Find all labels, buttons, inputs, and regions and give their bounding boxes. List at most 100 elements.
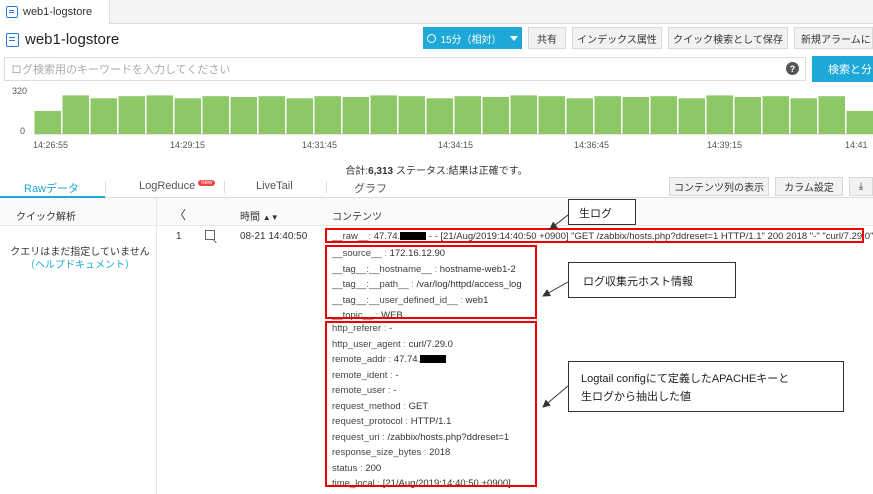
- callout-apache-line2: 生ログから抽出した値: [581, 391, 691, 403]
- content-columns-button[interactable]: コンテンツ列の表示: [669, 177, 769, 196]
- share-button[interactable]: 共有: [528, 27, 566, 49]
- histogram-bar[interactable]: [482, 97, 510, 134]
- histogram-bar[interactable]: [818, 96, 846, 134]
- histogram-bar[interactable]: [426, 98, 454, 134]
- callout-apache-line1: Logtail configにて定義したAPACHEキーと: [581, 373, 790, 385]
- time-range-button[interactable]: 15分（相対）: [423, 27, 522, 49]
- histogram-bar[interactable]: [342, 97, 370, 134]
- page-title: web1-logstore: [6, 31, 119, 48]
- histogram-bar[interactable]: [846, 110, 873, 134]
- tab-livetail[interactable]: LiveTail: [256, 180, 293, 192]
- time-header-label: 時間: [240, 212, 260, 223]
- histogram-bar[interactable]: [230, 97, 258, 134]
- histogram-bar[interactable]: [678, 98, 706, 134]
- histogram-bar[interactable]: [146, 95, 174, 134]
- histogram-bar[interactable]: [790, 98, 818, 134]
- new-alarm-button[interactable]: 新規アラームにし: [794, 27, 873, 49]
- host-info-highlight: [325, 245, 537, 319]
- histogram-bar[interactable]: [286, 98, 314, 134]
- quick-analysis-panel: [0, 198, 157, 494]
- collapse-chevron-icon[interactable]: 〈: [174, 206, 186, 223]
- histogram-bar[interactable]: [314, 96, 342, 134]
- tab-web1-logstore[interactable]: web1-logstore: [0, 0, 110, 24]
- logreduce-label: LogReduce: [139, 180, 196, 192]
- logstore-icon: [6, 6, 18, 18]
- tab-divider: [105, 181, 106, 193]
- callout-host-info: ログ収集元ホスト情報: [568, 262, 736, 298]
- callout-raw-log: 生ログ: [568, 199, 636, 225]
- x-tick-label: 14:29:15: [170, 140, 206, 150]
- histogram-bar[interactable]: [370, 95, 398, 134]
- search-button-label: 検索と分: [828, 64, 872, 76]
- search-placeholder: ログ検索用のキーワードを入力してください: [11, 64, 231, 76]
- histogram-bar[interactable]: [398, 96, 426, 134]
- search-analyze-button[interactable]: 検索と分: [812, 56, 873, 82]
- time-column-header[interactable]: 時間 ▲▼: [240, 208, 279, 223]
- x-tick-label: 14:41: [845, 140, 868, 150]
- search-input[interactable]: ログ検索用のキーワードを入力してください: [4, 57, 806, 81]
- download-button[interactable]: ⤓: [849, 177, 873, 196]
- histogram-bar[interactable]: [622, 97, 650, 134]
- tab-divider: [326, 181, 327, 193]
- histogram-bar[interactable]: [118, 96, 146, 134]
- new-alarm-label: 新規アラームにし: [801, 34, 873, 46]
- help-doc-link[interactable]: （ヘルプドキュメント）: [25, 260, 135, 271]
- histogram-bar[interactable]: [454, 96, 482, 134]
- histogram-bar[interactable]: [650, 96, 678, 134]
- tab-graph[interactable]: グラフ: [354, 180, 387, 196]
- empty-query-hint: クエリはまだ指定していません （ヘルプドキュメント）: [10, 246, 150, 272]
- histogram-bar[interactable]: [62, 95, 90, 134]
- content-columns-label: コンテンツ列の表示: [674, 183, 764, 194]
- help-icon[interactable]: ?: [786, 62, 799, 75]
- page-title-text: web1-logstore: [25, 31, 120, 48]
- tab-logreduce[interactable]: LogReduce new: [139, 180, 216, 192]
- index-attr-button[interactable]: インデックス属性: [572, 27, 662, 49]
- histogram-bar[interactable]: [34, 110, 62, 134]
- download-icon: ⤓: [858, 181, 864, 192]
- sort-icon: ▲▼: [262, 213, 279, 222]
- histogram-bar[interactable]: [734, 97, 762, 134]
- tab-raw-data[interactable]: Rawデータ: [24, 180, 79, 196]
- x-tick-label: 14:31:45: [302, 140, 338, 150]
- share-label: 共有: [537, 34, 557, 46]
- histogram-bar[interactable]: [706, 95, 734, 134]
- row-time: 08-21 14:40:50: [240, 231, 308, 242]
- save-quick-label: クイック検索として保存: [673, 34, 783, 46]
- new-badge: new: [198, 180, 216, 186]
- clock-icon: [427, 33, 437, 43]
- arrow-apache: [542, 385, 569, 408]
- tab-strip: web1-logstore: [0, 0, 873, 24]
- caret-down-icon: [509, 35, 518, 41]
- tab-label: web1-logstore: [23, 6, 93, 18]
- x-tick-label: 14:34:15: [438, 140, 474, 150]
- x-tick-label: 14:39:15: [707, 140, 743, 150]
- result-summary: 合計:6,313 ステータス:結果は正確です。: [0, 162, 873, 177]
- x-tick-label: 14:36:45: [574, 140, 610, 150]
- apache-fields-highlight: [325, 321, 537, 487]
- histogram-bar[interactable]: [594, 96, 622, 134]
- column-settings-label: カラム設定: [784, 183, 834, 194]
- save-quick-search-button[interactable]: クイック検索として保存: [668, 27, 788, 49]
- empty-hint-text: クエリはまだ指定していません: [10, 247, 150, 258]
- index-attr-label: インデックス属性: [577, 34, 657, 46]
- histogram-bar[interactable]: [566, 98, 594, 134]
- histogram-bar[interactable]: [510, 95, 538, 134]
- histogram-bar[interactable]: [762, 96, 790, 134]
- row-index: 1: [176, 231, 182, 242]
- x-tick-label: 14:26:55: [33, 140, 69, 150]
- quick-analysis-title: クイック解析: [16, 212, 76, 223]
- context-view-icon[interactable]: [205, 230, 215, 240]
- histogram-bar[interactable]: [174, 98, 202, 134]
- histogram-bar[interactable]: [202, 96, 230, 134]
- raw-log-highlight: [325, 228, 864, 243]
- histogram-bar[interactable]: [538, 96, 566, 134]
- histogram-bar[interactable]: [258, 96, 286, 134]
- histogram-chart[interactable]: [0, 84, 873, 142]
- arrow-host: [542, 281, 569, 297]
- help-glyph: ?: [789, 63, 796, 74]
- column-settings-button[interactable]: カラム設定: [775, 177, 843, 196]
- histogram-bar[interactable]: [90, 98, 118, 134]
- callout-apache-keys: Logtail configにて定義したAPACHEキーと 生ログから抽出した値: [568, 361, 844, 412]
- content-column-header: コンテンツ: [332, 212, 382, 223]
- time-range-label: 15分（相対）: [440, 34, 502, 46]
